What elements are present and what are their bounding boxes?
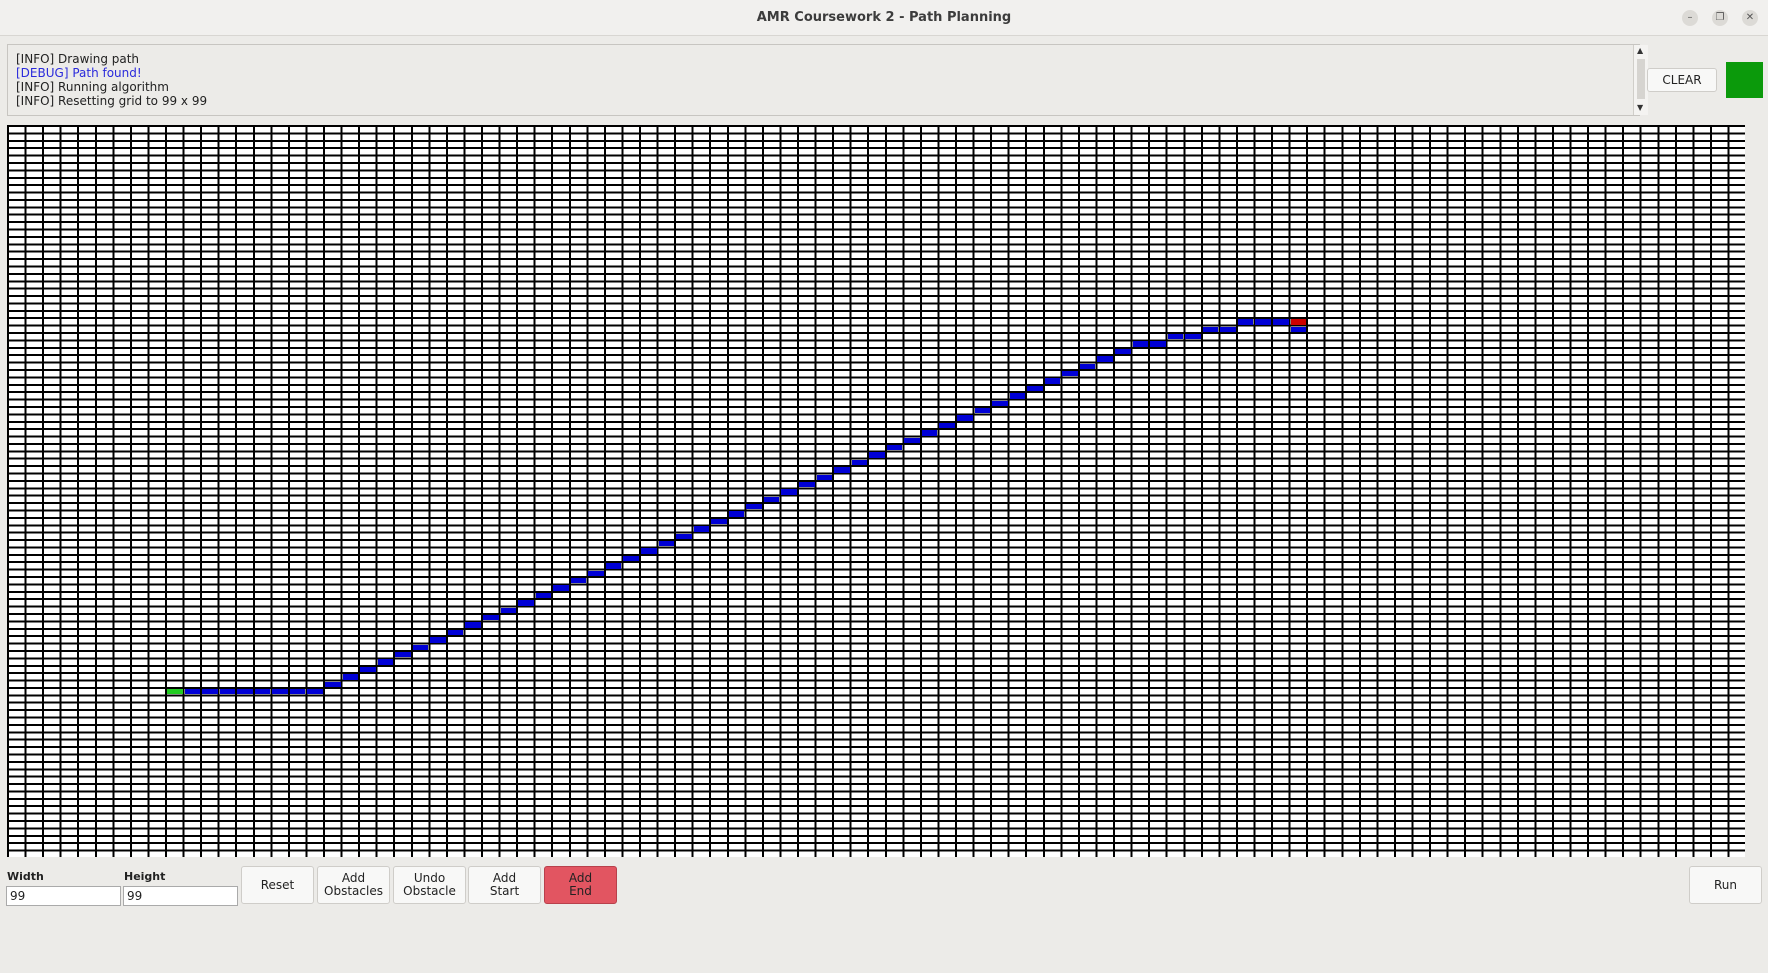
path-cell	[1185, 334, 1201, 340]
log-line: [INFO] Running algorithm	[16, 80, 169, 94]
path-cell	[939, 422, 955, 429]
grid-canvas[interactable]	[7, 125, 1745, 857]
path-cell	[834, 467, 850, 473]
path-cell	[1115, 348, 1131, 355]
path-cell	[184, 688, 201, 695]
path-cell	[360, 666, 376, 673]
path-cell	[412, 644, 429, 650]
path-cell	[570, 578, 587, 584]
path-cell	[623, 555, 639, 562]
run-button[interactable]: Run	[1689, 866, 1762, 904]
path-cell	[1044, 378, 1061, 384]
path-cell	[957, 415, 973, 421]
end-cell	[1290, 319, 1307, 325]
path-cell	[1237, 319, 1254, 325]
path-cell	[254, 688, 271, 695]
log-panel[interactable]: [INFO] Drawing path [DEBUG] Path found! …	[7, 44, 1648, 116]
log-scrollbar[interactable]: ▲ ▼	[1633, 45, 1648, 115]
path-cell	[518, 600, 534, 606]
path-cell	[816, 474, 833, 480]
path-cell	[1027, 385, 1043, 392]
path-cell	[781, 489, 797, 495]
path-cell	[658, 541, 675, 547]
path-cell	[237, 688, 253, 695]
path-cell	[1150, 341, 1166, 347]
path-cell	[693, 526, 710, 532]
path-cell	[992, 400, 1008, 406]
path-cell	[447, 629, 464, 636]
path-cell	[711, 518, 727, 525]
clear-button[interactable]: CLEAR	[1647, 68, 1717, 92]
path-cell	[395, 651, 411, 658]
path-cell	[904, 437, 920, 443]
path-cell	[202, 688, 218, 695]
log-lines: [INFO] Drawing path [DEBUG] Path found! …	[16, 52, 207, 108]
path-cell	[921, 430, 938, 436]
path-cell	[588, 570, 604, 577]
path-cell	[1009, 393, 1026, 399]
path-cell	[728, 511, 745, 517]
path-cell	[746, 504, 762, 510]
path-cell	[535, 592, 552, 599]
log-line: [DEBUG] Path found!	[16, 66, 142, 80]
path-cell	[676, 533, 692, 540]
path-cell	[886, 444, 903, 451]
path-cell	[1079, 363, 1096, 369]
path-cell	[1202, 326, 1219, 333]
path-cell	[430, 637, 446, 643]
path-cell	[1062, 371, 1078, 377]
add-end-button[interactable]: Add End	[544, 866, 617, 904]
path-cell	[1132, 341, 1149, 347]
maximize-icon[interactable]: ❐	[1712, 10, 1728, 26]
bottom-toolbar: Width Height Reset Add Obstacles Undo Ob…	[0, 860, 1768, 973]
path-cell	[1167, 334, 1184, 340]
path-cell	[219, 688, 236, 695]
path-cell	[342, 674, 359, 680]
path-cell	[605, 563, 622, 569]
log-line: [INFO] Drawing path	[16, 52, 140, 66]
height-input[interactable]	[123, 886, 238, 906]
path-cell	[483, 615, 499, 621]
status-color-indicator	[1726, 62, 1763, 98]
path-cell	[763, 496, 780, 503]
title-bar: AMR Coursework 2 - Path Planning – ❐ ✕	[0, 0, 1768, 36]
path-cell	[289, 688, 306, 695]
log-line: [INFO] Resetting grid to 99 x 99	[16, 94, 208, 108]
path-cell	[377, 659, 394, 665]
path-cell	[272, 688, 288, 695]
add-obstacles-button[interactable]: Add Obstacles	[317, 866, 390, 904]
grid-lines	[7, 125, 1745, 857]
path-cell	[1273, 319, 1289, 325]
path-cell	[641, 548, 657, 554]
path-cell	[1220, 326, 1236, 333]
path-cell	[553, 585, 569, 591]
path-cell	[465, 622, 481, 628]
path-cell	[974, 407, 991, 414]
undo-obstacle-button[interactable]: Undo Obstacle	[393, 866, 466, 904]
path-cell	[851, 459, 868, 466]
minimize-icon[interactable]: –	[1682, 10, 1698, 26]
path-cell	[1290, 326, 1307, 333]
path-cell	[500, 607, 517, 613]
scrollbar-thumb[interactable]	[1637, 59, 1645, 99]
window-title: AMR Coursework 2 - Path Planning	[756, 10, 1012, 25]
path-cell	[799, 481, 815, 488]
add-start-button[interactable]: Add Start	[468, 866, 541, 904]
path-cell	[325, 681, 341, 687]
path-cell	[1255, 319, 1271, 325]
scroll-down-icon[interactable]: ▼	[1637, 103, 1643, 112]
scroll-up-icon[interactable]: ▲	[1637, 46, 1643, 55]
path-cell	[869, 452, 885, 458]
start-cell	[167, 688, 183, 695]
width-input[interactable]	[6, 886, 121, 906]
path-cell	[1097, 356, 1113, 362]
height-label: Height	[124, 870, 166, 883]
reset-button[interactable]: Reset	[241, 866, 314, 904]
path-cell	[307, 688, 323, 695]
width-label: Width	[7, 870, 44, 883]
close-icon[interactable]: ✕	[1742, 10, 1758, 26]
